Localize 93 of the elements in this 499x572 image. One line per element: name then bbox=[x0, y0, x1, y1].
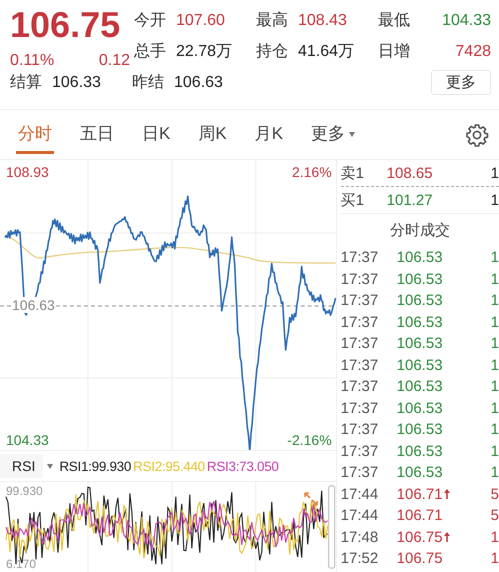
stat-label: 总手 bbox=[134, 42, 166, 62]
stat-value: 104.33 bbox=[442, 12, 491, 30]
trade-price: 106.71 bbox=[396, 507, 443, 524]
chart-tab[interactable]: 五日 bbox=[78, 116, 116, 154]
stat-label: 持仓 bbox=[256, 42, 288, 62]
trade-time: 17:37 bbox=[340, 314, 380, 331]
stat-value: 22.78万 bbox=[176, 42, 232, 62]
trade-volume: 1 bbox=[490, 314, 499, 331]
stat-value: 41.64万 bbox=[298, 42, 354, 62]
last-price: 106.75 bbox=[10, 4, 120, 46]
indicator-selector[interactable]: RSI bbox=[0, 454, 44, 478]
chart-tab[interactable]: 更多 bbox=[309, 116, 348, 154]
trade-volume: 1 bbox=[490, 335, 499, 352]
trade-volume: 1 bbox=[490, 249, 499, 266]
trade-time: 17:37 bbox=[340, 464, 380, 482]
trade-volume: 1 bbox=[490, 528, 499, 546]
more-button[interactable]: 更多 bbox=[431, 70, 491, 95]
stat-value: 108.43 bbox=[298, 12, 347, 30]
change-amount: 0.12 bbox=[98, 52, 130, 70]
trade-volume: 1 bbox=[490, 550, 499, 568]
trade-price: 106.75 bbox=[396, 550, 443, 568]
order-level: 卖1 bbox=[340, 164, 365, 182]
trade-time: 17:37 bbox=[340, 400, 380, 417]
scroll-handle[interactable] bbox=[328, 485, 336, 569]
trade-time: 17:37 bbox=[340, 335, 380, 352]
trade-volume: 1 bbox=[490, 442, 499, 460]
trade-price: 106.53 bbox=[396, 442, 443, 460]
stat-label: 昨结 bbox=[132, 72, 164, 93]
rsi-value: RSI1:99.930 bbox=[59, 458, 132, 474]
trade-volume: 5 bbox=[490, 507, 499, 524]
trade-price: 106.53 bbox=[396, 400, 443, 417]
trade-price: 106.53 bbox=[396, 335, 443, 352]
trade-volume: 5 bbox=[490, 486, 499, 503]
trade-price: 106.53 bbox=[396, 421, 443, 438]
trade-volume: 1 bbox=[490, 378, 499, 396]
stat-label: 最低 bbox=[378, 11, 410, 31]
trade-time: 17:37 bbox=[340, 249, 380, 266]
prev-close-label: 106.63 bbox=[12, 297, 55, 313]
rsi-value: RSI3:73.050 bbox=[206, 458, 279, 474]
axis-high-label: 108.93 bbox=[6, 164, 49, 180]
trade-volume: 1 bbox=[490, 356, 499, 374]
settings-icon[interactable] bbox=[465, 122, 489, 146]
change-percent: 0.11% bbox=[10, 52, 54, 70]
stat-value: 106.63 bbox=[174, 74, 223, 92]
axis-high-percent: 2.16% bbox=[292, 164, 332, 180]
trade-price: 106.53 bbox=[396, 249, 443, 266]
order-level: 买1 bbox=[340, 190, 365, 210]
caret-icon bbox=[47, 464, 54, 468]
trade-price: 106.75 bbox=[396, 528, 443, 546]
chart-tab[interactable]: 月K bbox=[252, 116, 286, 154]
chart-tab[interactable]: 分时 bbox=[16, 116, 54, 154]
stat-label: 结算 bbox=[10, 72, 42, 93]
trade-time: 17:48 bbox=[340, 528, 380, 546]
trade-volume: 1 bbox=[490, 421, 499, 438]
trade-time: 17:37 bbox=[340, 378, 380, 396]
trade-time: 17:37 bbox=[340, 356, 380, 374]
stat-value: 106.33 bbox=[52, 74, 101, 92]
trade-time: 17:44 bbox=[340, 507, 380, 524]
trades-heading: 分时成交 bbox=[340, 213, 499, 247]
trade-price: 106.53 bbox=[396, 378, 443, 396]
stat-value: 107.60 bbox=[176, 12, 225, 30]
trade-price: 106.53 bbox=[396, 292, 443, 310]
trade-volume: 1 bbox=[490, 400, 499, 417]
trade-volume: 1 bbox=[490, 270, 499, 288]
trade-time: 17:37 bbox=[340, 421, 380, 438]
order-volume: 1 bbox=[490, 192, 499, 208]
trade-price: 106.53 bbox=[396, 356, 443, 374]
trade-volume: 1 bbox=[490, 464, 499, 482]
trade-time: 17:44 bbox=[340, 486, 380, 503]
trade-time: 17:37 bbox=[340, 442, 380, 460]
trade-price: 106.53 bbox=[396, 314, 443, 331]
rsi-min-label: 6.170 bbox=[6, 557, 36, 571]
order-price: 101.27 bbox=[386, 192, 434, 208]
rsi-max-label: 99.930 bbox=[6, 484, 43, 498]
trade-price: 106.53 bbox=[396, 464, 443, 482]
trade-time: 17:37 bbox=[340, 270, 380, 288]
expand-icon[interactable] bbox=[304, 492, 318, 506]
stat-value: 7428 bbox=[455, 42, 491, 60]
rsi-value: RSI2:95.440 bbox=[133, 458, 205, 474]
chart-tab[interactable]: 日K bbox=[140, 116, 172, 154]
trade-volume: 1 bbox=[490, 292, 499, 310]
stat-label: 今开 bbox=[134, 11, 166, 31]
trade-time: 17:37 bbox=[340, 292, 380, 310]
trade-time: 17:52 bbox=[340, 550, 380, 568]
chart-tab[interactable]: 周K bbox=[196, 116, 229, 154]
trade-price: 106.71 bbox=[396, 486, 443, 503]
order-volume: 1 bbox=[490, 164, 499, 182]
trade-price: 106.53 bbox=[396, 270, 443, 288]
axis-low-percent: -2.16% bbox=[287, 432, 332, 448]
axis-low-label: 104.33 bbox=[6, 432, 49, 448]
order-price: 108.65 bbox=[386, 164, 434, 182]
stat-label: 日增 bbox=[378, 42, 410, 62]
stat-label: 最高 bbox=[256, 10, 288, 31]
